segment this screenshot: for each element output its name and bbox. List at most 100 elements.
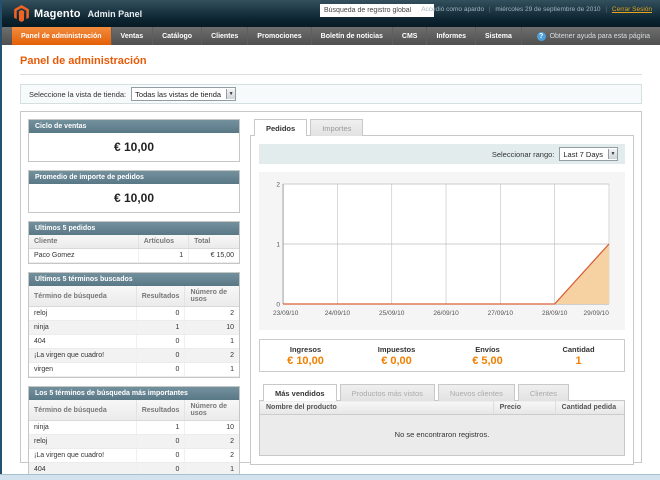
- help-icon: ?: [537, 32, 546, 41]
- svg-text:29/09/10: 29/09/10: [584, 310, 610, 317]
- total-label: Ingresos: [260, 345, 351, 354]
- dashboard-left-column: Ciclo de ventas € 10,00 Promedio de impo…: [28, 119, 240, 455]
- nav-item-ventas[interactable]: Ventas: [112, 27, 154, 45]
- store-view-label: Seleccione la vista de tienda:: [29, 90, 126, 99]
- separator: |: [605, 6, 607, 13]
- magento-logo-icon: [14, 5, 29, 22]
- cell-articulos: 1: [138, 249, 188, 263]
- lifetime-sales-box: Ciclo de ventas € 10,00: [28, 119, 240, 162]
- total-value: € 0,00: [351, 355, 442, 367]
- store-view-value: Todas las vistas de tienda: [135, 90, 221, 99]
- current-date: miércoles 29 de septiembre de 2010: [495, 6, 600, 13]
- nav-item-clientes[interactable]: Clientes: [202, 27, 248, 45]
- last-orders-table: Cliente Artículos Total Paco Gomez 1 € 1…: [29, 235, 239, 263]
- total-value: € 5,00: [442, 355, 533, 367]
- orders-panel: Seleccionar rango: Last 7 Days ▼ 0 1 2 23/0…: [250, 135, 634, 465]
- top-header: Magento Admin Panel Accedió como apardo …: [0, 0, 660, 27]
- table-row[interactable]: ¡La virgen que cuadro! 0 2: [29, 449, 239, 463]
- total-value: 1: [533, 355, 624, 367]
- window-frame-bottom: [0, 474, 660, 480]
- table-row[interactable]: virgen 0 1: [29, 363, 239, 377]
- col-header: Resultados: [136, 400, 185, 421]
- last-search-terms-table: Término de búsqueda Resultados Número de…: [29, 286, 239, 377]
- nav-item-catalogo[interactable]: Catálogo: [153, 27, 202, 45]
- col-header: Cantidad pedida: [555, 401, 624, 415]
- help-label: Obtener ayuda para esta página: [550, 33, 650, 40]
- nav-item-cms[interactable]: CMS: [393, 27, 428, 45]
- last-orders-box: Ultimos 5 pedidos Cliente Artículos Tota…: [28, 221, 240, 264]
- cell-term: 404: [29, 335, 136, 349]
- average-orders-title: Promedio de importe de pedidos: [29, 171, 239, 184]
- store-view-bar: Seleccione la vista de tienda: Todas las…: [20, 84, 642, 104]
- col-header: Término de búsqueda: [29, 400, 136, 421]
- svg-text:28/09/10: 28/09/10: [542, 310, 568, 317]
- tab-clientes[interactable]: Clientes: [518, 384, 569, 401]
- cell-uses: 2: [185, 307, 239, 321]
- cell-uses: 2: [185, 435, 239, 449]
- bottom-tabs: Más vendidos Productos más vistos Nuevos…: [259, 384, 625, 400]
- svg-text:0: 0: [276, 301, 280, 308]
- svg-text:25/09/10: 25/09/10: [379, 310, 405, 317]
- svg-text:1: 1: [276, 241, 280, 248]
- table-row[interactable]: ¡La virgen que cuadro! 0 2: [29, 349, 239, 363]
- col-header: Cliente: [29, 235, 138, 249]
- nav-item-boletin[interactable]: Boletín de noticias: [312, 27, 393, 45]
- cell-uses: 2: [185, 449, 239, 463]
- svg-text:2: 2: [276, 181, 280, 188]
- svg-text:23/09/10: 23/09/10: [273, 310, 299, 317]
- logged-in-as: Accedió como apardo: [421, 6, 484, 13]
- cell-uses: 10: [185, 421, 239, 435]
- separator: |: [489, 6, 491, 13]
- total-cantidad: Cantidad 1: [533, 345, 624, 367]
- table-row[interactable]: Paco Gomez 1 € 15,00: [29, 249, 239, 263]
- cell-results: 0: [136, 307, 185, 321]
- total-value: € 10,00: [260, 355, 351, 367]
- total-envios: Envíos € 5,00: [442, 345, 533, 367]
- global-search-input[interactable]: [320, 4, 434, 17]
- cell-uses: 1: [185, 335, 239, 349]
- tab-mas-vendidos[interactable]: Más vendidos: [263, 384, 337, 401]
- nav-item-informes[interactable]: Informes: [427, 27, 476, 45]
- empty-grid-message: No se encontraron registros.: [260, 415, 625, 456]
- cell-term: ¡La virgen que cuadro!: [29, 349, 136, 363]
- totals-bar: Ingresos € 10,00 Impuestos € 0,00 Envíos…: [259, 339, 625, 372]
- svg-text:26/09/10: 26/09/10: [433, 310, 459, 317]
- nav-item-dashboard[interactable]: Panel de administración: [12, 27, 112, 45]
- table-row[interactable]: reloj 0 2: [29, 307, 239, 321]
- logout-link[interactable]: Cerrar Sesión: [612, 6, 652, 13]
- tab-pedidos[interactable]: Pedidos: [254, 119, 307, 136]
- tab-nuevos-clientes[interactable]: Nuevos clientes: [438, 384, 515, 401]
- table-row[interactable]: ninja 1 10: [29, 421, 239, 435]
- main-nav: Panel de administración Ventas Catálogo …: [0, 27, 660, 45]
- last-search-terms-title: Ultimos 5 términos buscados: [29, 273, 239, 286]
- orders-chart-area: 01223/09/1024/09/1025/09/1026/09/1027/09…: [259, 172, 625, 330]
- total-label: Impuestos: [351, 345, 442, 354]
- tab-importes[interactable]: Importes: [310, 119, 363, 136]
- col-header: Término de búsqueda: [29, 286, 136, 307]
- lifetime-sales-value: € 10,00: [29, 133, 239, 161]
- col-header: Nombre del producto: [260, 401, 494, 415]
- window-frame-left: [0, 0, 2, 480]
- cell-results: 1: [136, 321, 185, 335]
- table-row[interactable]: reloj 0 2: [29, 435, 239, 449]
- store-view-select[interactable]: Todas las vistas de tienda ▼: [131, 87, 236, 101]
- nav-item-sistema[interactable]: Sistema: [476, 27, 522, 45]
- range-select[interactable]: Last 7 Days ▼: [559, 147, 618, 161]
- range-bar: Seleccionar rango: Last 7 Days ▼: [259, 144, 625, 164]
- logo-text: Magento: [34, 8, 81, 20]
- tab-productos-mas-vistos[interactable]: Productos más vistos: [340, 384, 435, 401]
- table-row[interactable]: ninja 1 10: [29, 321, 239, 335]
- cell-term: ¡La virgen que cuadro!: [29, 449, 136, 463]
- last-orders-title: Ultimos 5 pedidos: [29, 222, 239, 235]
- col-header: Precio: [493, 401, 555, 415]
- get-help-link[interactable]: ? Obtener ayuda para esta página: [537, 27, 650, 45]
- table-row[interactable]: 404 0 1: [29, 335, 239, 349]
- col-header: Resultados: [136, 286, 185, 307]
- nav-item-promociones[interactable]: Promociones: [248, 27, 311, 45]
- logo-subtitle: Admin Panel: [88, 9, 143, 19]
- header-user-info: Accedió como apardo | miércoles 29 de se…: [421, 6, 652, 13]
- col-header: Número de usos: [185, 400, 239, 421]
- cell-term: reloj: [29, 435, 136, 449]
- cell-term: virgen: [29, 363, 136, 377]
- top-search-terms-table: Término de búsqueda Resultados Número de…: [29, 400, 239, 480]
